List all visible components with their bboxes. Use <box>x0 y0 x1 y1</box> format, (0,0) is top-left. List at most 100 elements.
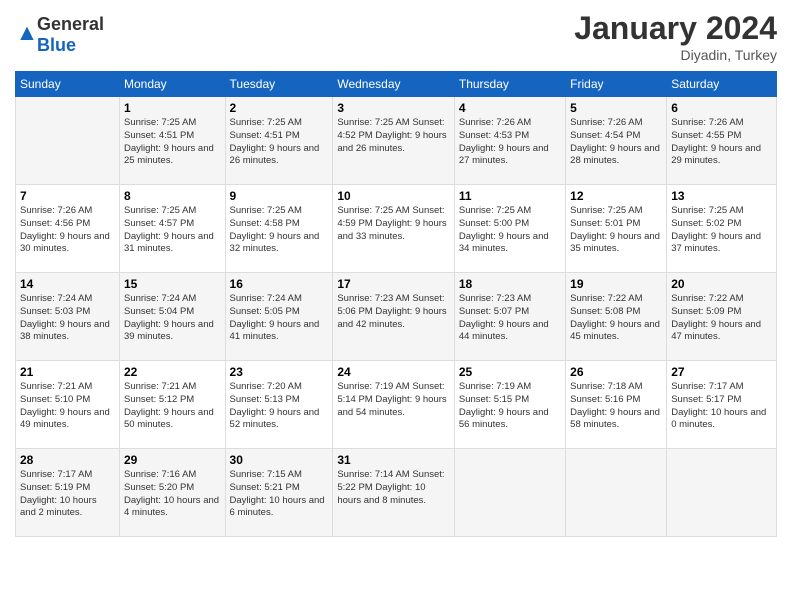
day-info: Sunrise: 7:25 AM Sunset: 4:52 PM Dayligh… <box>337 117 450 155</box>
calendar-cell: 30 Sunrise: 7:15 AM Sunset: 5:21 PM Dayli… <box>225 449 333 537</box>
title-block: January 2024 Diyadin, Turkey <box>574 10 777 63</box>
calendar-cell: 18 Sunrise: 7:23 AM Sunset: 5:07 PM Dayli… <box>454 273 565 361</box>
calendar-week-1: 1 Sunrise: 7:25 AM Sunset: 4:51 PM Daylig… <box>16 97 777 185</box>
day-number: 17 <box>337 277 450 291</box>
calendar-cell: 23 Sunrise: 7:20 AM Sunset: 5:13 PM Dayli… <box>225 361 333 449</box>
day-info: Sunrise: 7:21 AM Sunset: 5:10 PM Dayligh… <box>20 381 115 432</box>
calendar-cell: 13 Sunrise: 7:25 AM Sunset: 5:02 PM Dayli… <box>667 185 777 273</box>
calendar-cell: 20 Sunrise: 7:22 AM Sunset: 5:09 PM Dayli… <box>667 273 777 361</box>
calendar-cell: 1 Sunrise: 7:25 AM Sunset: 4:51 PM Daylig… <box>119 97 225 185</box>
calendar-cell: 24 Sunrise: 7:19 AM Sunset: 5:14 PM Dayli… <box>333 361 455 449</box>
col-thursday: Thursday <box>454 72 565 97</box>
day-info: Sunrise: 7:26 AM Sunset: 4:53 PM Dayligh… <box>459 117 561 168</box>
calendar-cell: 25 Sunrise: 7:19 AM Sunset: 5:15 PM Dayli… <box>454 361 565 449</box>
day-number: 8 <box>124 189 221 203</box>
day-number: 6 <box>671 101 772 115</box>
day-number: 15 <box>124 277 221 291</box>
day-number: 27 <box>671 365 772 379</box>
col-tuesday: Tuesday <box>225 72 333 97</box>
col-wednesday: Wednesday <box>333 72 455 97</box>
calendar-body: 1 Sunrise: 7:25 AM Sunset: 4:51 PM Daylig… <box>16 97 777 537</box>
calendar-cell: 3 Sunrise: 7:25 AM Sunset: 4:52 PM Daylig… <box>333 97 455 185</box>
day-info: Sunrise: 7:24 AM Sunset: 5:05 PM Dayligh… <box>230 293 329 344</box>
day-info: Sunrise: 7:25 AM Sunset: 4:57 PM Dayligh… <box>124 205 221 256</box>
month-title: January 2024 <box>574 10 777 47</box>
calendar-cell: 29Sunrise: 7:16 AM Sunset: 5:20 PM Dayli… <box>119 449 225 537</box>
day-number: 13 <box>671 189 772 203</box>
calendar-cell: 22 Sunrise: 7:21 AM Sunset: 5:12 PM Dayli… <box>119 361 225 449</box>
calendar-cell: 27 Sunrise: 7:17 AM Sunset: 5:17 PM Dayli… <box>667 361 777 449</box>
day-info: Sunrise: 7:20 AM Sunset: 5:13 PM Dayligh… <box>230 381 329 432</box>
day-number: 20 <box>671 277 772 291</box>
day-info: Sunrise: 7:25 AM Sunset: 4:51 PM Dayligh… <box>124 117 221 168</box>
calendar-cell: 12 Sunrise: 7:25 AM Sunset: 5:01 PM Dayli… <box>566 185 667 273</box>
logo-text: General Blue <box>37 14 104 56</box>
day-info: Sunrise: 7:18 AM Sunset: 5:16 PM Dayligh… <box>570 381 662 432</box>
calendar-cell: 4 Sunrise: 7:26 AM Sunset: 4:53 PM Daylig… <box>454 97 565 185</box>
calendar-week-4: 21 Sunrise: 7:21 AM Sunset: 5:10 PM Dayli… <box>16 361 777 449</box>
day-info: Sunrise: 7:25 AM Sunset: 4:59 PM Dayligh… <box>337 205 450 243</box>
day-number: 28 <box>20 453 115 467</box>
calendar-cell: 10 Sunrise: 7:25 AM Sunset: 4:59 PM Dayli… <box>333 185 455 273</box>
day-number: 23 <box>230 365 329 379</box>
day-info: Sunrise: 7:17 AM Sunset: 5:17 PM Dayligh… <box>671 381 772 432</box>
day-info: Sunrise: 7:26 AM Sunset: 4:56 PM Dayligh… <box>20 205 115 256</box>
day-number: 29 <box>124 453 221 467</box>
day-info: Sunrise: 7:23 AM Sunset: 5:06 PM Dayligh… <box>337 293 450 331</box>
day-info: Sunrise: 7:25 AM Sunset: 4:51 PM Dayligh… <box>230 117 329 168</box>
page-header: General Blue January 2024 Diyadin, Turke… <box>15 10 777 63</box>
day-number: 12 <box>570 189 662 203</box>
logo: General Blue <box>15 14 104 56</box>
day-info: Sunrise: 7:24 AM Sunset: 5:04 PM Dayligh… <box>124 293 221 344</box>
calendar-table: Sunday Monday Tuesday Wednesday Thursday… <box>15 71 777 537</box>
day-number: 14 <box>20 277 115 291</box>
day-info: Sunrise: 7:23 AM Sunset: 5:07 PM Dayligh… <box>459 293 561 344</box>
day-number: 19 <box>570 277 662 291</box>
calendar-cell: 8 Sunrise: 7:25 AM Sunset: 4:57 PM Daylig… <box>119 185 225 273</box>
day-number: 22 <box>124 365 221 379</box>
col-saturday: Saturday <box>667 72 777 97</box>
day-number: 30 <box>230 453 329 467</box>
day-number: 2 <box>230 101 329 115</box>
day-info: Sunrise: 7:21 AM Sunset: 5:12 PM Dayligh… <box>124 381 221 432</box>
calendar-week-2: 7Sunrise: 7:26 AM Sunset: 4:56 PM Daylig… <box>16 185 777 273</box>
day-number: 18 <box>459 277 561 291</box>
calendar-cell: 26 Sunrise: 7:18 AM Sunset: 5:16 PM Dayli… <box>566 361 667 449</box>
day-number: 16 <box>230 277 329 291</box>
col-sunday: Sunday <box>16 72 120 97</box>
calendar-cell: 7Sunrise: 7:26 AM Sunset: 4:56 PM Daylig… <box>16 185 120 273</box>
calendar-cell <box>566 449 667 537</box>
day-info: Sunrise: 7:25 AM Sunset: 5:01 PM Dayligh… <box>570 205 662 256</box>
day-number: 10 <box>337 189 450 203</box>
calendar-cell <box>16 97 120 185</box>
day-number: 31 <box>337 453 450 467</box>
day-number: 1 <box>124 101 221 115</box>
calendar-cell <box>454 449 565 537</box>
day-info: Sunrise: 7:19 AM Sunset: 5:15 PM Dayligh… <box>459 381 561 432</box>
day-number: 11 <box>459 189 561 203</box>
day-number: 9 <box>230 189 329 203</box>
day-number: 3 <box>337 101 450 115</box>
day-info: Sunrise: 7:25 AM Sunset: 5:02 PM Dayligh… <box>671 205 772 256</box>
day-info: Sunrise: 7:22 AM Sunset: 5:09 PM Dayligh… <box>671 293 772 344</box>
day-number: 4 <box>459 101 561 115</box>
day-info: Sunrise: 7:24 AM Sunset: 5:03 PM Dayligh… <box>20 293 115 344</box>
calendar-cell: 9 Sunrise: 7:25 AM Sunset: 4:58 PM Daylig… <box>225 185 333 273</box>
page-container: General Blue January 2024 Diyadin, Turke… <box>0 0 792 547</box>
calendar-cell: 15 Sunrise: 7:24 AM Sunset: 5:04 PM Dayli… <box>119 273 225 361</box>
day-info: Sunrise: 7:17 AM Sunset: 5:19 PM Dayligh… <box>20 469 115 520</box>
day-info: Sunrise: 7:25 AM Sunset: 4:58 PM Dayligh… <box>230 205 329 256</box>
calendar-week-5: 28 Sunrise: 7:17 AM Sunset: 5:19 PM Dayli… <box>16 449 777 537</box>
calendar-cell: 11Sunrise: 7:25 AM Sunset: 5:00 PM Dayli… <box>454 185 565 273</box>
day-number: 26 <box>570 365 662 379</box>
day-number: 24 <box>337 365 450 379</box>
calendar-cell: 28 Sunrise: 7:17 AM Sunset: 5:19 PM Dayli… <box>16 449 120 537</box>
logo-icon <box>17 25 37 45</box>
day-number: 21 <box>20 365 115 379</box>
location-title: Diyadin, Turkey <box>574 47 777 63</box>
day-info: Sunrise: 7:19 AM Sunset: 5:14 PM Dayligh… <box>337 381 450 419</box>
calendar-cell: 19Sunrise: 7:22 AM Sunset: 5:08 PM Dayli… <box>566 273 667 361</box>
day-info: Sunrise: 7:15 AM Sunset: 5:21 PM Dayligh… <box>230 469 329 520</box>
col-monday: Monday <box>119 72 225 97</box>
day-number: 25 <box>459 365 561 379</box>
